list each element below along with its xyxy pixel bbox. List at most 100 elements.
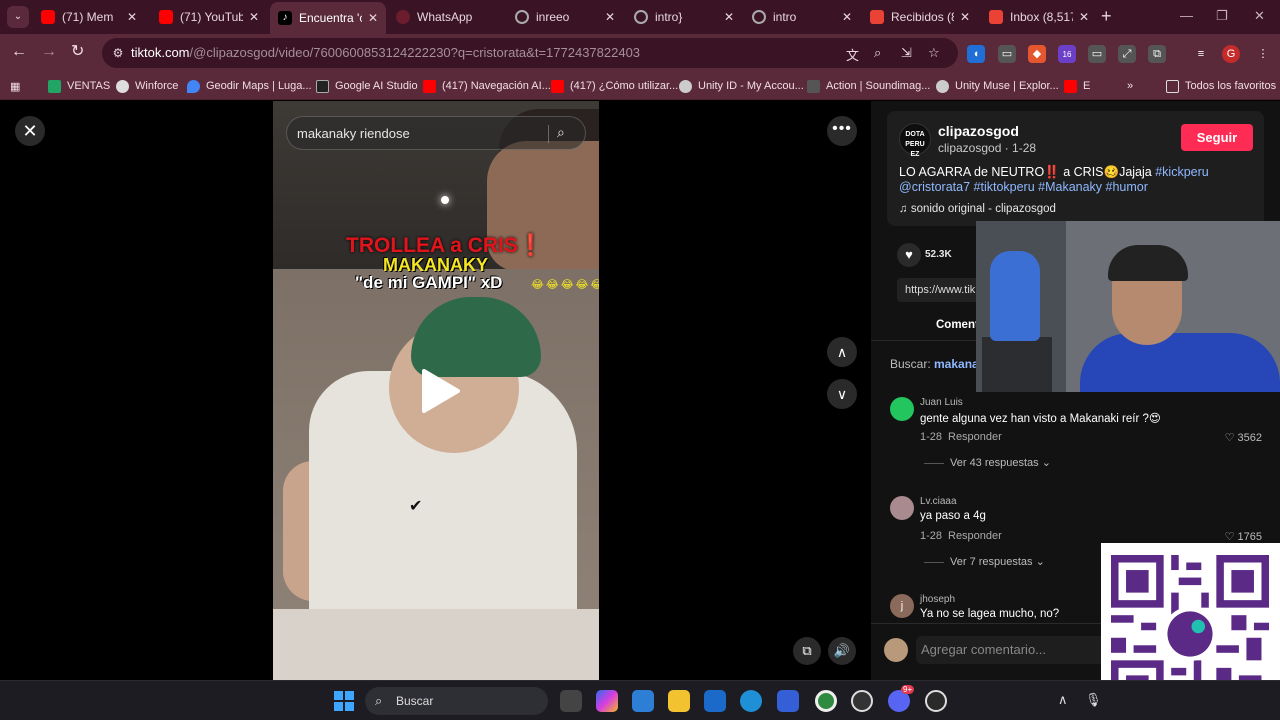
bookmark-youtube-3[interactable]: E — [1064, 77, 1090, 95]
chrome-icon[interactable] — [815, 690, 837, 712]
window-close-icon[interactable]: ✕ — [1254, 8, 1265, 24]
tab-4[interactable]: inreeo ✕ — [507, 4, 623, 30]
restore-icon[interactable]: ❐ — [1216, 8, 1228, 24]
extensions-puzzle-icon[interactable]: ⧉ — [1148, 45, 1166, 63]
tab-7[interactable]: Recibidos (8,6 ✕ — [862, 4, 978, 30]
file-explorer-icon[interactable] — [668, 690, 690, 712]
close-tab-icon[interactable]: ✕ — [1079, 10, 1089, 24]
steam-icon[interactable] — [851, 690, 873, 712]
search-input[interactable]: makanaky riendose ⌕ — [286, 116, 586, 150]
forward-icon[interactable]: → — [41, 43, 57, 61]
reply-button[interactable]: Responder — [948, 431, 1002, 443]
all-bookmarks[interactable]: Todos los favoritos — [1166, 77, 1276, 95]
minimize-icon[interactable]: — — [1180, 8, 1193, 23]
windows-start-icon[interactable] — [334, 691, 354, 711]
view-replies-button[interactable]: Ver 7 respuestas ⌄ — [924, 555, 1045, 568]
follow-button[interactable]: Seguir — [1181, 124, 1253, 151]
author-avatar[interactable]: DOTA PERU EZ — [899, 123, 931, 158]
bookmark-ventas[interactable]: VENTAS — [48, 77, 110, 95]
copilot-icon[interactable] — [596, 690, 618, 712]
tab-2[interactable]: ♪ Encuentra 'cr ✕ — [270, 2, 386, 34]
edge-icon[interactable] — [740, 690, 762, 712]
app-icon[interactable] — [777, 690, 799, 712]
mail-icon[interactable] — [704, 690, 726, 712]
discord-icon[interactable]: 9+ — [888, 685, 915, 712]
translate-icon[interactable]: 文 — [846, 45, 859, 64]
comment-user[interactable]: Lv.ciaaa — [920, 496, 957, 507]
comment-avatar[interactable]: j — [890, 594, 914, 618]
hashtag-link[interactable]: #kickperu — [1155, 165, 1209, 179]
back-icon[interactable]: ← — [11, 43, 27, 61]
volume-icon[interactable]: 🔊 — [828, 637, 856, 665]
close-tab-icon[interactable]: ✕ — [368, 11, 378, 25]
close-tab-icon[interactable]: ✕ — [127, 10, 137, 24]
extension-audio-icon[interactable]: ◖ — [967, 45, 985, 63]
comment-user[interactable]: jhoseph — [920, 594, 955, 605]
bookmark-geodir[interactable]: Geodir Maps | Luga... — [187, 77, 312, 95]
tab-1[interactable]: (71) YouTube ✕ — [151, 4, 267, 30]
close-tab-icon[interactable]: ✕ — [842, 10, 852, 24]
extension-icon[interactable]: ◆ — [1028, 45, 1046, 63]
store-icon[interactable] — [632, 690, 654, 712]
bookmark-unity-id[interactable]: Unity ID - My Accou... — [679, 77, 804, 95]
bookmarks-overflow-icon[interactable]: » — [1127, 77, 1133, 95]
comment-avatar[interactable] — [890, 397, 914, 421]
comment-avatar[interactable] — [890, 496, 914, 520]
tab-5[interactable]: intro} ✕ — [626, 4, 742, 30]
comment-user[interactable]: Juan Luis — [920, 397, 963, 408]
close-tab-icon[interactable]: ✕ — [960, 10, 970, 24]
extension-badge-icon[interactable]: 16 — [1058, 45, 1076, 63]
comment-likes[interactable]: ♡ 1765 — [1225, 530, 1262, 543]
extension-icon[interactable]: ▭ — [998, 45, 1016, 63]
close-tab-icon[interactable]: ✕ — [605, 10, 615, 24]
more-options-button[interactable]: ••• — [827, 116, 857, 146]
microphone-icon[interactable]: 🎙 — [1085, 692, 1102, 708]
reply-button[interactable]: Responder — [948, 530, 1002, 542]
next-video-button[interactable]: ∨ — [827, 379, 857, 409]
tab-3[interactable]: WhatsApp — [388, 4, 504, 30]
url-text[interactable]: tiktok.com/@clipazosgod/video/7600600853… — [131, 45, 640, 60]
taskbar-search[interactable]: ⌕ Buscar — [365, 687, 548, 715]
bookmark-youtube-1[interactable]: (417) Navegación AI... — [423, 77, 551, 95]
profile-avatar[interactable]: G — [1222, 45, 1240, 63]
close-tab-icon[interactable]: ✕ — [724, 10, 734, 24]
previous-video-button[interactable]: ∧ — [827, 337, 857, 367]
sound-link[interactable]: ♫ sonido original - clipazosgod — [899, 203, 1056, 215]
author-name[interactable]: clipazosgod — [938, 123, 1019, 139]
close-video-button[interactable]: ✕ — [15, 116, 45, 146]
view-replies-button[interactable]: Ver 43 respuestas ⌄ — [924, 456, 1051, 469]
extension-icon[interactable]: ▭ — [1088, 45, 1106, 63]
tab-0[interactable]: (71) Mem ✕ — [33, 4, 145, 30]
tab-6[interactable]: intro ✕ — [744, 4, 860, 30]
add-comment-input[interactable]: Agregar comentario... — [916, 636, 1116, 664]
address-bar[interactable]: ⚙ tiktok.com/@clipazosgod/video/76006008… — [102, 38, 958, 68]
tab-search-menu-button[interactable]: ⌄ — [7, 6, 29, 28]
bookmark-winforce[interactable]: Winforce — [116, 77, 178, 95]
play-icon[interactable] — [418, 367, 462, 415]
new-tab-button[interactable]: + — [1101, 7, 1112, 25]
search-icon[interactable]: ⌕ — [557, 124, 575, 142]
tray-overflow-icon[interactable]: ∧ — [1058, 692, 1068, 708]
reload-icon[interactable]: ↻ — [71, 43, 84, 61]
floating-player-icon[interactable]: ⧉ — [793, 637, 821, 665]
bookmark-ai-studio[interactable]: Google AI Studio — [316, 77, 418, 95]
apps-grid-icon[interactable]: ▦ — [10, 77, 20, 95]
bookmark-star-icon[interactable]: ☆ — [928, 45, 940, 61]
comment-likes[interactable]: ♡ 3562 — [1225, 431, 1262, 444]
kebab-menu-icon[interactable]: ⋮ — [1254, 45, 1272, 63]
zoom-icon[interactable]: ⌕ — [874, 45, 881, 61]
media-player-icon[interactable] — [925, 690, 947, 712]
tab-title: Inbox (8,517 — [1010, 10, 1073, 24]
extension-icon[interactable]: ⤢ — [1118, 45, 1136, 63]
bookmark-soundimage[interactable]: Action | Soundimag... — [807, 77, 930, 95]
hashtag-link[interactable]: @cristorata7 #tiktokperu #Makanaky #humo… — [899, 180, 1148, 194]
site-info-icon[interactable]: ⚙ — [110, 45, 126, 61]
bookmark-youtube-2[interactable]: (417) ¿Cómo utilizar... — [551, 77, 678, 95]
heart-icon[interactable]: ♥ — [897, 243, 921, 267]
task-view-icon[interactable] — [560, 690, 582, 712]
install-app-icon[interactable]: ⇲ — [901, 45, 912, 61]
close-tab-icon[interactable]: ✕ — [249, 10, 259, 24]
reading-list-icon[interactable]: ≡ — [1192, 45, 1210, 63]
bookmark-unity-muse[interactable]: Unity Muse | Explor... — [936, 77, 1059, 95]
tab-8[interactable]: Inbox (8,517 ✕ — [981, 4, 1097, 30]
